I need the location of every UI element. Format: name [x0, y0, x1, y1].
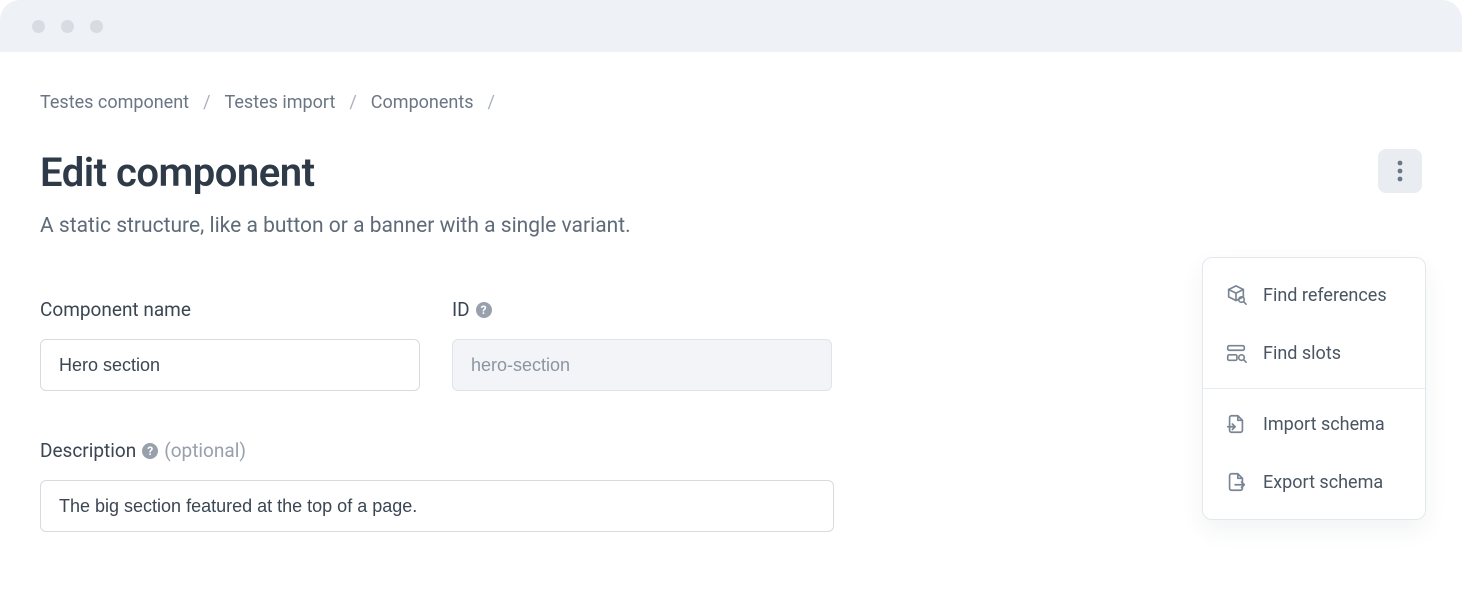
help-icon[interactable]: ?	[476, 302, 492, 318]
file-import-icon	[1225, 413, 1247, 435]
box-search-icon	[1225, 284, 1247, 306]
component-id-label: ID ?	[452, 298, 832, 321]
page-title: Edit component	[40, 149, 631, 196]
actions-dropdown: Find references Find slots Import schema	[1202, 257, 1426, 520]
menu-find-slots[interactable]: Find slots	[1203, 324, 1425, 382]
breadcrumb-sep: /	[349, 92, 356, 113]
page-subtitle: A static structure, like a button or a b…	[40, 214, 631, 238]
optional-hint: (optional)	[164, 439, 246, 462]
description-input[interactable]	[40, 480, 834, 532]
window-control-minimize[interactable]	[61, 20, 74, 33]
menu-export-schema[interactable]: Export schema	[1203, 453, 1425, 511]
menu-import-schema[interactable]: Import schema	[1203, 395, 1425, 453]
breadcrumb-link-1[interactable]: Testes import	[225, 92, 336, 113]
component-id-field: ID ?	[452, 298, 832, 391]
component-name-field: Component name	[40, 298, 420, 391]
description-label-text: Description	[40, 439, 136, 462]
slots-icon	[1225, 342, 1247, 364]
breadcrumb-sep: /	[488, 92, 495, 113]
more-vertical-icon	[1397, 160, 1403, 182]
breadcrumb-link-2[interactable]: Components	[371, 92, 474, 113]
breadcrumb-sep: /	[203, 92, 210, 113]
page-content: Testes component / Testes import / Compo…	[0, 52, 1462, 532]
menu-label: Find references	[1263, 285, 1387, 306]
breadcrumb-link-0[interactable]: Testes component	[40, 92, 189, 113]
file-export-icon	[1225, 471, 1247, 493]
breadcrumb: Testes component / Testes import / Compo…	[40, 92, 1422, 113]
window-control-close[interactable]	[32, 20, 45, 33]
window-control-zoom[interactable]	[90, 20, 103, 33]
component-id-input	[452, 339, 832, 391]
component-name-input[interactable]	[40, 339, 420, 391]
id-label-text: ID	[452, 298, 470, 321]
menu-label: Find slots	[1263, 343, 1341, 364]
app-window: Testes component / Testes import / Compo…	[0, 0, 1462, 600]
window-titlebar	[0, 0, 1462, 52]
menu-find-references[interactable]: Find references	[1203, 266, 1425, 324]
more-actions-button[interactable]	[1378, 149, 1422, 193]
help-icon[interactable]: ?	[142, 443, 158, 459]
menu-label: Import schema	[1263, 414, 1385, 435]
menu-divider	[1203, 388, 1425, 389]
component-name-label: Component name	[40, 298, 420, 321]
menu-label: Export schema	[1263, 472, 1383, 493]
